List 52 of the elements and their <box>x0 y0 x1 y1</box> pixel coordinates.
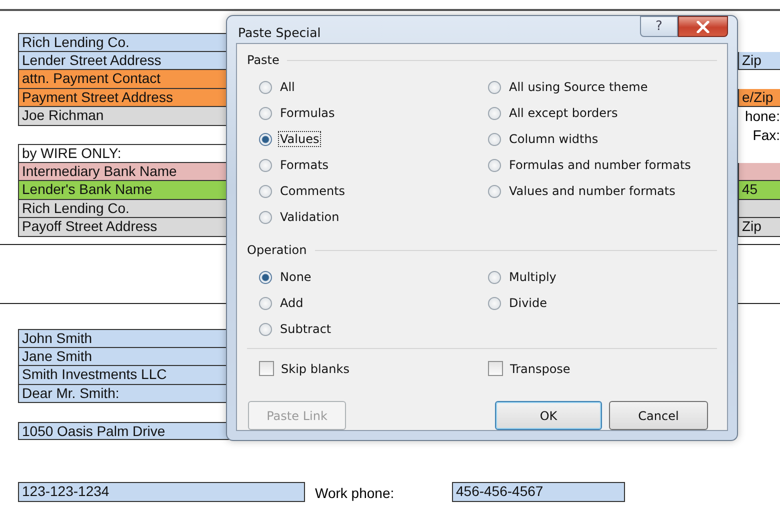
radio-button[interactable] <box>488 106 501 120</box>
radio-option[interactable]: Multiply <box>488 264 558 290</box>
cell-label: Work phone: <box>315 484 396 502</box>
sheet-cell: Zip <box>738 218 780 236</box>
radio-button[interactable] <box>259 132 272 146</box>
sheet-cell: 456-456-4567 <box>452 482 625 502</box>
radio-button[interactable] <box>259 106 272 120</box>
radio-button[interactable] <box>259 158 272 172</box>
radio-option[interactable]: Formulas <box>259 100 488 126</box>
checkbox-option[interactable]: Skip blanks <box>259 361 488 376</box>
radio-button[interactable] <box>488 296 501 310</box>
radio-option[interactable]: Divide <box>488 290 558 316</box>
radio-option[interactable]: Values and number formats <box>488 178 693 204</box>
radio-option[interactable]: Validation <box>259 204 488 230</box>
radio-button[interactable] <box>259 184 272 198</box>
radio-button[interactable] <box>259 322 272 336</box>
section-heading: Paste <box>247 53 280 67</box>
radio-option[interactable]: Column widths <box>488 126 693 152</box>
radio-option[interactable]: Values <box>259 126 488 152</box>
radio-button[interactable] <box>488 158 501 172</box>
radio-button[interactable] <box>488 270 501 284</box>
cell-label: hone: <box>744 108 780 124</box>
checkbox[interactable] <box>259 361 274 376</box>
checkbox-option[interactable]: Transpose <box>488 361 570 376</box>
dialog-button[interactable]: OK <box>495 401 602 430</box>
radio-option[interactable]: All using Source theme <box>488 74 693 100</box>
radio-option[interactable]: Add <box>259 290 488 316</box>
section-heading: Operation <box>247 243 307 257</box>
radio-option[interactable]: None <box>259 264 488 290</box>
help-button[interactable]: ? <box>640 16 678 37</box>
radio-button[interactable] <box>488 80 501 94</box>
checkbox[interactable] <box>488 361 503 376</box>
dialog-button[interactable]: Cancel <box>609 401 708 430</box>
sheet-cell: 45 <box>738 181 780 200</box>
cell-label: Fax: <box>752 126 780 142</box>
sheet-cell: e/Zip <box>738 88 780 107</box>
radio-button[interactable] <box>259 270 272 284</box>
radio-button[interactable] <box>259 296 272 310</box>
radio-option[interactable]: Comments <box>259 178 488 204</box>
radio-option[interactable]: All <box>259 74 488 100</box>
radio-option[interactable]: Formulas and number formats <box>488 152 693 178</box>
radio-button[interactable] <box>488 184 501 198</box>
radio-option[interactable]: All except borders <box>488 100 693 126</box>
close-button[interactable] <box>678 16 728 37</box>
radio-button[interactable] <box>259 210 272 224</box>
sheet-cell: 123-123-1234 <box>18 482 305 502</box>
sheet-cell: Zip <box>738 52 780 70</box>
close-icon <box>696 20 710 32</box>
radio-option[interactable]: Formats <box>259 152 488 178</box>
radio-button[interactable] <box>488 132 501 146</box>
radio-option[interactable]: Subtract <box>259 316 488 342</box>
radio-button[interactable] <box>259 80 272 94</box>
